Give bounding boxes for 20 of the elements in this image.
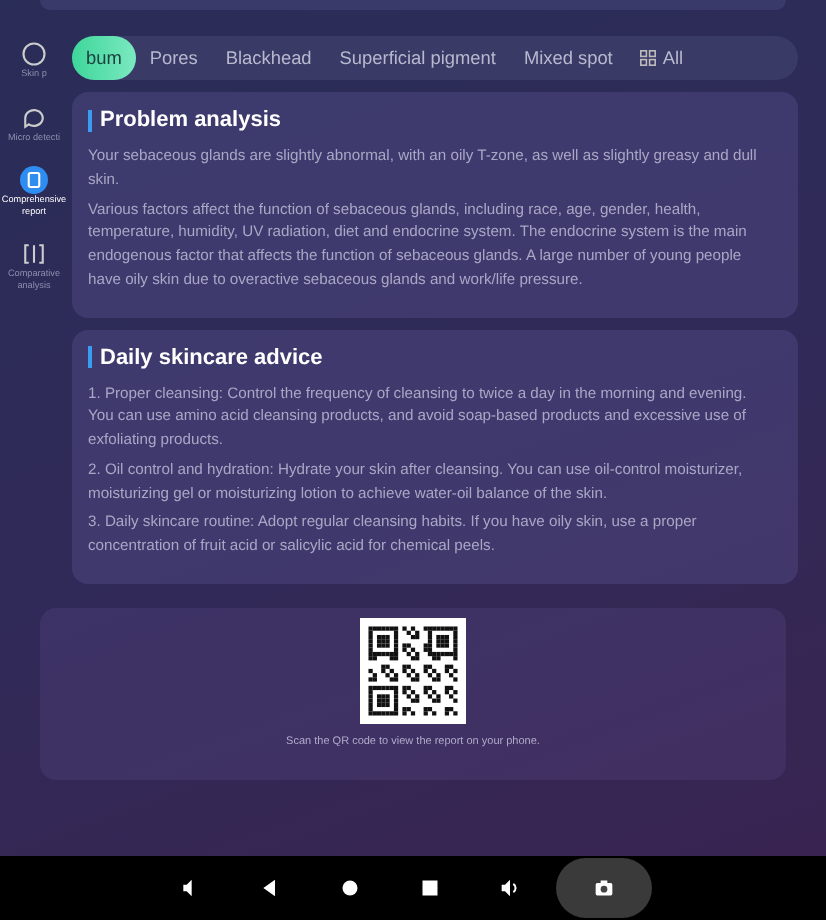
grid-icon <box>640 50 657 66</box>
tab[interactable]: Blackhead <box>211 36 326 80</box>
tab[interactable]: Mixed spot <box>509 36 627 80</box>
chat-icon <box>20 103 48 131</box>
home-icon[interactable] <box>340 878 360 898</box>
tab[interactable]: All <box>626 36 698 80</box>
recents-icon[interactable] <box>420 878 440 898</box>
tab[interactable]: Superficial pigment <box>325 36 510 80</box>
bracket-icon <box>20 240 48 268</box>
camera-icon <box>594 878 614 898</box>
accent-bar <box>88 346 92 369</box>
screenshot-button[interactable] <box>556 858 652 918</box>
section-title: Problem analysis <box>100 108 281 132</box>
volume-up-icon[interactable] <box>500 878 520 898</box>
qr-code-icon <box>360 617 466 724</box>
section-title: Daily skincare advice <box>100 345 323 370</box>
tab[interactable]: Pores <box>135 36 212 80</box>
back-icon[interactable] <box>260 878 280 898</box>
accent-bar <box>88 109 92 131</box>
tab[interactable]: bum <box>72 36 136 80</box>
